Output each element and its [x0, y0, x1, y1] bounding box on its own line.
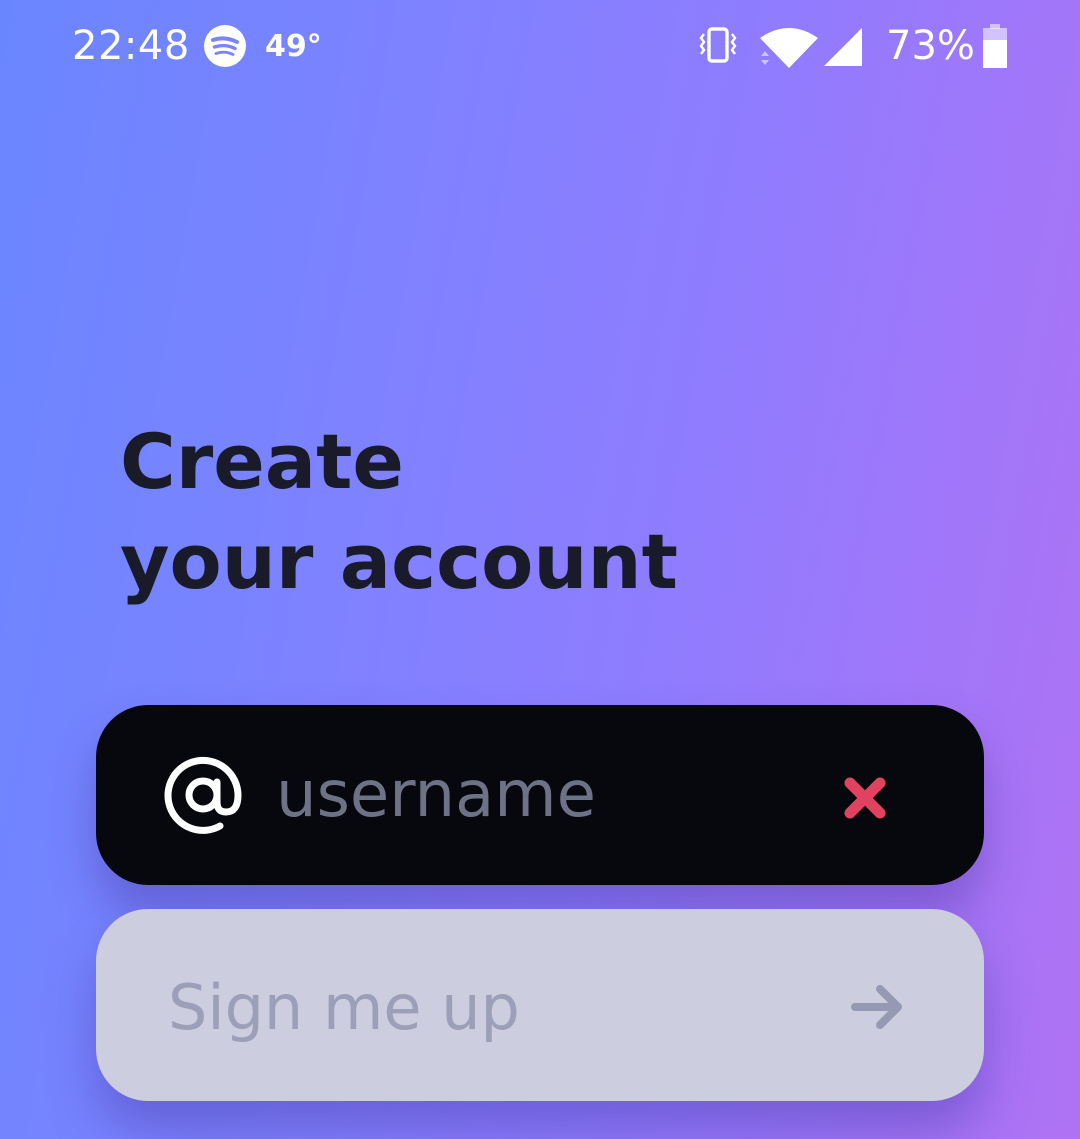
sign-up-button-label: Sign me up: [168, 971, 520, 1044]
page-title-line-1: Create: [120, 417, 404, 506]
username-input[interactable]: [276, 745, 796, 845]
battery-icon: [983, 24, 1007, 68]
arrow-right-icon: [851, 985, 902, 1029]
close-icon[interactable]: [842, 775, 888, 821]
at-icon: [164, 756, 242, 834]
wifi-icon: [760, 28, 818, 68]
clock-time: 22:48: [72, 23, 190, 69]
status-bar: 22:48 49° 73%: [0, 0, 1080, 95]
spotify-icon: [204, 25, 246, 67]
page-title: Create your account: [120, 412, 678, 612]
vibrate-icon: [699, 27, 737, 63]
temperature-readout: 49°: [265, 29, 322, 64]
battery-percentage: 73%: [886, 23, 975, 69]
page-title-line-2: your account: [120, 517, 678, 606]
cell-signal-icon: [824, 28, 862, 66]
